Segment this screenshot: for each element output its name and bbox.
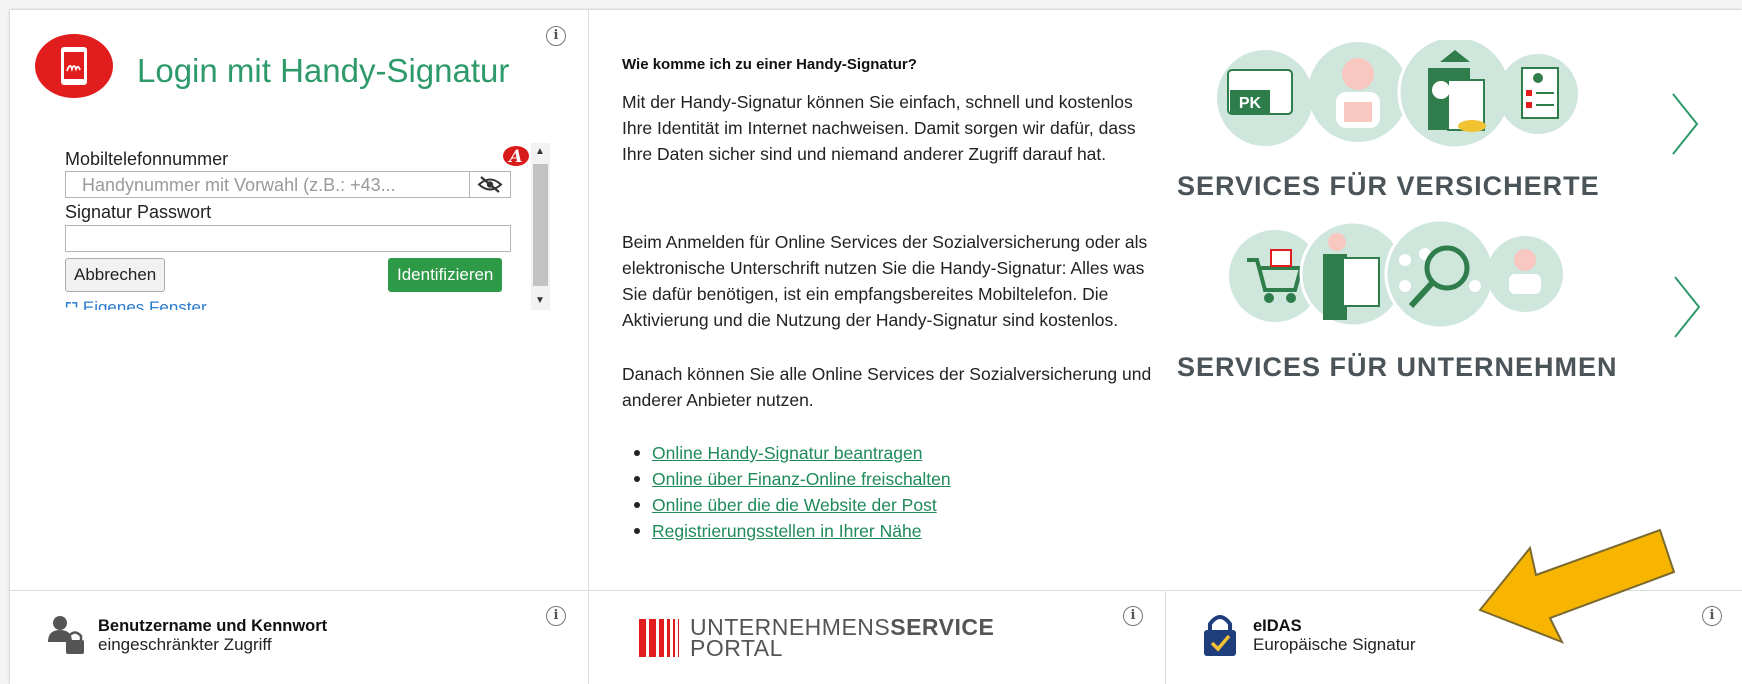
password-label: Signatur Passwort [65, 202, 212, 222]
link-registration-offices[interactable]: Registrierungsstellen in Ihrer Nähe [652, 521, 921, 541]
list-item: Online über Finanz-Online freischalten [632, 466, 951, 492]
info-icon[interactable]: i [1123, 606, 1143, 626]
a-trust-icon: A [503, 146, 529, 167]
link-apply-online[interactable]: Online Handy-Signatur beantragen [652, 443, 922, 463]
phone-placeholder: Handynummer mit Vorwahl (z.B.: +43... [82, 175, 396, 195]
health-card-icon: PK [1217, 50, 1313, 146]
login-scrollbar[interactable]: ▲ ▼ [531, 143, 550, 310]
business-services-illustration[interactable] [1225, 220, 1565, 332]
eidas-subtitle: Europäische Signatur [1253, 635, 1416, 654]
info-paragraph-1: Mit der Handy-Signatur können Sie einfac… [622, 92, 1136, 164]
scroll-thumb[interactable] [533, 164, 548, 286]
pension-icon [1397, 40, 1513, 150]
info-icon[interactable]: i [546, 26, 566, 46]
handy-signatur-logo [35, 34, 113, 98]
divider-vertical-bottom [1165, 590, 1166, 684]
svg-text:A: A [507, 147, 522, 167]
link-finanzonline[interactable]: Online über Finanz-Online freischalten [652, 469, 951, 489]
userpass-title[interactable]: Benutzername und Kennwort [98, 617, 327, 636]
eye-slash-icon [477, 176, 503, 193]
usp-portal-link[interactable]: UNTERNEHMENSSERVICE PORTAL [690, 614, 995, 661]
identify-button[interactable]: Identifizieren [388, 258, 503, 292]
annotation-arrow [1478, 528, 1676, 644]
insured-icon-label: PK [1239, 95, 1262, 112]
chevron-right-icon[interactable] [1672, 275, 1702, 339]
phone-label: Mobiltelefonnummer [65, 149, 229, 169]
info-heading: Wie komme ich zu einer Handy-Signatur? [622, 56, 917, 73]
own-window-link[interactable]: ⌜⌝ Eigenes Fenster [65, 298, 207, 310]
phone-input[interactable]: Handynummer mit Vorwahl (z.B.: +43... [65, 171, 511, 198]
user-lock-icon [48, 616, 84, 654]
info-icon[interactable]: i [1702, 606, 1722, 626]
divider-vertical-main [588, 10, 589, 684]
scroll-down-icon[interactable]: ▼ [535, 295, 545, 306]
business-services-title[interactable]: SERVICES FÜR UNTERNEHMEN [1177, 352, 1618, 383]
info-icon[interactable]: i [546, 606, 566, 626]
list-item: Online über die die Website der Post [632, 492, 951, 518]
list-item: Online Handy-Signatur beantragen [632, 440, 951, 466]
baby-icon [1308, 42, 1408, 142]
medical-document-icon [1498, 54, 1578, 134]
password-input[interactable] [65, 225, 511, 252]
eidas-title[interactable]: eIDAS [1253, 617, 1302, 636]
own-window-label: Eigenes Fenster [82, 298, 207, 310]
info-paragraph-2: Beim Anmelden für Online Services der So… [622, 232, 1148, 330]
signature-links: Online Handy-Signatur beantragen Online … [632, 440, 951, 544]
insured-services-title[interactable]: SERVICES FÜR VERSICHERTE [1177, 171, 1600, 202]
search-people-icon [1384, 220, 1496, 330]
login-iframe: Mobiltelefonnummer A Handynummer mit Vor… [54, 145, 554, 310]
usp-logo-mark [639, 619, 679, 657]
toggle-visibility-button[interactable] [469, 172, 510, 197]
scroll-up-icon[interactable]: ▲ [535, 146, 545, 157]
login-title: Login mit Handy-Signatur [137, 52, 510, 89]
link-post-website[interactable]: Online über die die Website der Post [652, 495, 937, 515]
userpass-subtitle: eingeschränkter Zugriff [98, 635, 272, 654]
usp-text-bold: SERVICE [890, 614, 995, 640]
chevron-right-icon[interactable] [1670, 92, 1700, 156]
expand-icon: ⌜⌝ [65, 300, 79, 310]
baby-care-icon [1487, 236, 1563, 312]
list-item: Registrierungsstellen in Ihrer Nähe [632, 518, 951, 544]
cancel-button[interactable]: Abbrechen [65, 258, 166, 292]
insured-services-illustration[interactable]: PK [1210, 40, 1580, 152]
info-paragraph-3: Danach können Sie alle Online Services d… [622, 364, 1152, 410]
usp-text-portal: PORTAL [690, 635, 783, 661]
eidas-lock-icon [1204, 615, 1236, 656]
